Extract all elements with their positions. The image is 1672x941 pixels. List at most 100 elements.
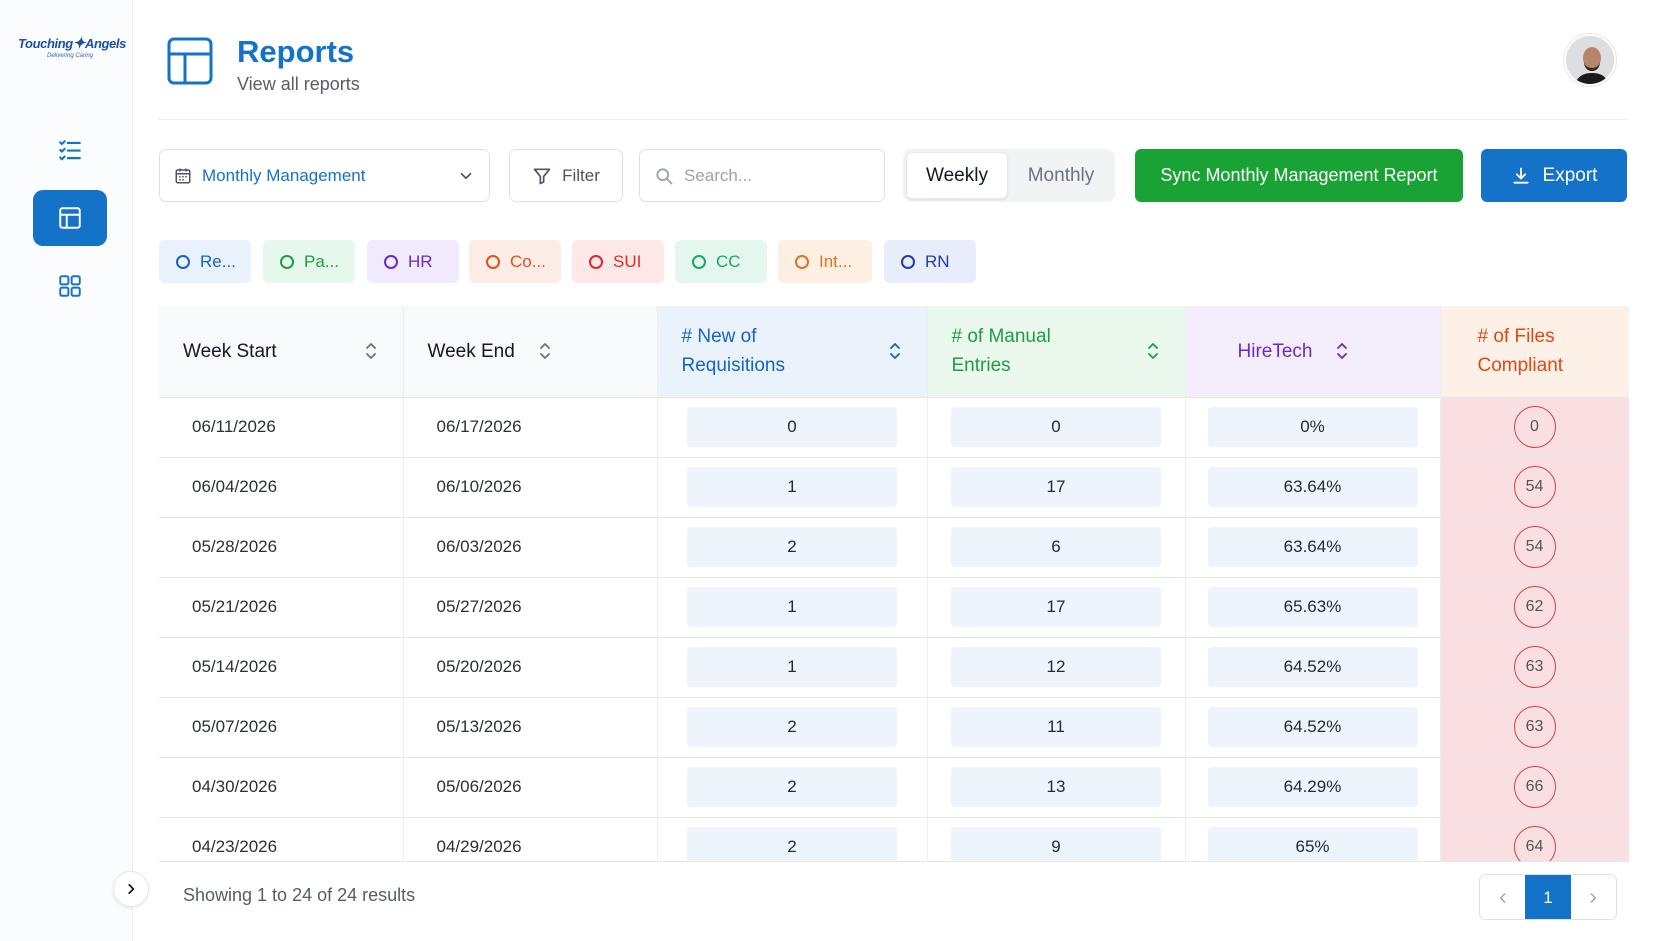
table-row[interactable]: 05/14/2026 05/20/2026 1 12 64.52% 63 xyxy=(159,637,1629,698)
cell-manual-entries: 11 xyxy=(927,697,1186,758)
circle-icon xyxy=(692,254,706,269)
requisitions-value: 2 xyxy=(687,707,897,747)
column-header-hiretech[interactable]: HireTech xyxy=(1185,306,1441,398)
cell-hiretech: 65.63% xyxy=(1185,577,1441,638)
page-button-current[interactable]: 1 xyxy=(1525,875,1571,919)
chip-label: Co... xyxy=(510,251,546,271)
files-compliant-badge: 62 xyxy=(1513,586,1556,628)
cell-hiretech: 65% xyxy=(1185,817,1441,861)
column-header-requisitions[interactable]: # New of Requisitions xyxy=(657,306,928,398)
sort-icon[interactable] xyxy=(363,340,379,362)
cell-requisitions: 2 xyxy=(657,517,928,578)
files-compliant-badge: 66 xyxy=(1513,766,1556,808)
sort-icon[interactable] xyxy=(887,340,903,362)
hiretech-value: 64.29% xyxy=(1207,767,1418,807)
brand-logo[interactable]: Touching✦Angels Delivering Caring xyxy=(18,35,126,72)
manual-entries-value: 12 xyxy=(951,647,1161,687)
pagination: 1 xyxy=(1479,874,1617,920)
chip-item[interactable]: HR xyxy=(367,240,459,283)
files-compliant-badge: 64 xyxy=(1513,826,1556,861)
cell-week-start: 05/14/2026 xyxy=(159,637,404,698)
table-row[interactable]: 05/21/2026 05/27/2026 1 17 65.63% 62 xyxy=(159,577,1629,638)
search-input[interactable] xyxy=(684,165,864,186)
cell-manual-entries: 0 xyxy=(927,397,1186,458)
table-row[interactable]: 04/30/2026 05/06/2026 2 13 64.29% 66 xyxy=(159,757,1629,818)
filter-label: Filter xyxy=(562,165,600,185)
table-row[interactable]: 06/11/2026 06/17/2026 0 0 0% 0 xyxy=(159,397,1629,458)
sidebar-item-tasks[interactable] xyxy=(33,122,107,178)
cell-hiretech: 64.52% xyxy=(1185,637,1441,698)
sidebar-item-reports[interactable] xyxy=(33,190,107,246)
sidebar: Touching✦Angels Delivering Caring xyxy=(0,0,133,941)
circle-icon xyxy=(176,254,190,269)
cell-manual-entries: 12 xyxy=(927,637,1186,698)
sync-report-button[interactable]: Sync Monthly Management Report xyxy=(1135,149,1463,202)
hiretech-value: 64.52% xyxy=(1207,707,1418,747)
chip-item[interactable]: Re... xyxy=(159,240,251,283)
sort-icon[interactable] xyxy=(537,340,553,362)
circle-icon xyxy=(589,254,603,269)
cell-requisitions: 2 xyxy=(657,697,928,758)
circle-icon xyxy=(280,254,294,269)
requisitions-value: 2 xyxy=(687,827,897,861)
period-monthly-button[interactable]: Monthly xyxy=(1010,152,1112,199)
cell-week-start: 05/21/2026 xyxy=(159,577,404,638)
cell-manual-entries: 6 xyxy=(927,517,1186,578)
category-chips: Re... Pa... HR Co... SUI CC Int... RN xyxy=(159,240,1359,283)
cell-requisitions: 2 xyxy=(657,757,928,818)
column-header-week-start[interactable]: Week Start xyxy=(159,306,404,398)
cell-requisitions: 1 xyxy=(657,577,928,638)
report-type-select[interactable]: Monthly Management xyxy=(159,149,490,202)
cell-hiretech: 64.52% xyxy=(1185,697,1441,758)
cell-week-start: 05/28/2026 xyxy=(159,517,404,578)
avatar[interactable] xyxy=(1564,34,1616,86)
sort-icon[interactable] xyxy=(1334,340,1350,362)
cell-files-compliant: 63 xyxy=(1440,697,1629,758)
table-icon xyxy=(167,37,213,85)
cell-week-end: 05/20/2026 xyxy=(403,637,658,698)
column-header-label: # New of Requisitions xyxy=(681,326,786,377)
cell-files-compliant: 62 xyxy=(1440,577,1629,638)
cell-week-end: 04/29/2026 xyxy=(403,817,658,861)
period-weekly-button[interactable]: Weekly xyxy=(906,152,1008,199)
cell-requisitions: 1 xyxy=(657,457,928,518)
hiretech-value: 0% xyxy=(1207,407,1418,447)
manual-entries-value: 9 xyxy=(951,827,1161,861)
cell-week-end: 06/03/2026 xyxy=(403,517,658,578)
chip-item[interactable]: Int... xyxy=(778,240,872,283)
files-compliant-badge: 54 xyxy=(1513,466,1556,508)
chip-item[interactable]: Co... xyxy=(469,240,561,283)
requisitions-value: 1 xyxy=(687,587,897,627)
next-page-button[interactable] xyxy=(1571,875,1616,919)
sidebar-expand-button[interactable] xyxy=(113,871,149,907)
table-row[interactable]: 05/28/2026 06/03/2026 2 6 63.64% 54 xyxy=(159,517,1629,578)
export-button[interactable]: Export xyxy=(1481,149,1627,202)
column-header-manual-entries[interactable]: # of Manual Entries xyxy=(927,306,1186,398)
sort-icon[interactable] xyxy=(1145,340,1161,362)
cell-requisitions: 0 xyxy=(657,397,928,458)
chip-label: Re... xyxy=(200,251,236,271)
prev-page-button[interactable] xyxy=(1480,875,1525,919)
checklist-icon xyxy=(59,140,81,161)
filter-button[interactable]: Filter xyxy=(509,149,623,202)
table-row[interactable]: 05/07/2026 05/13/2026 2 11 64.52% 63 xyxy=(159,697,1629,758)
toolbar: Monthly Management Filter Weekly Monthly… xyxy=(159,149,1629,202)
column-header-week-end[interactable]: Week End xyxy=(403,306,658,398)
chip-item[interactable]: SUI xyxy=(572,240,664,283)
hiretech-value: 64.52% xyxy=(1207,647,1418,687)
hiretech-value: 65.63% xyxy=(1207,587,1418,627)
manual-entries-value: 17 xyxy=(951,587,1161,627)
table-row[interactable]: 04/23/2026 04/29/2026 2 9 65% 64 xyxy=(159,817,1629,861)
sidebar-item-dashboard[interactable] xyxy=(33,258,107,314)
hiretech-value: 63.64% xyxy=(1207,527,1418,567)
page-subtitle: View all reports xyxy=(237,74,360,94)
requisitions-value: 2 xyxy=(687,527,897,567)
report-type-value: Monthly Management xyxy=(202,165,366,185)
chip-item[interactable]: CC xyxy=(675,240,767,283)
chip-item[interactable]: Pa... xyxy=(263,240,355,283)
chip-item[interactable]: RN xyxy=(884,240,976,283)
logo-wordmark: Touching✦Angels xyxy=(18,35,126,52)
table-row[interactable]: 06/04/2026 06/10/2026 1 17 63.64% 54 xyxy=(159,457,1629,518)
circle-icon xyxy=(901,254,915,269)
column-header-label: HireTech xyxy=(1237,340,1313,362)
